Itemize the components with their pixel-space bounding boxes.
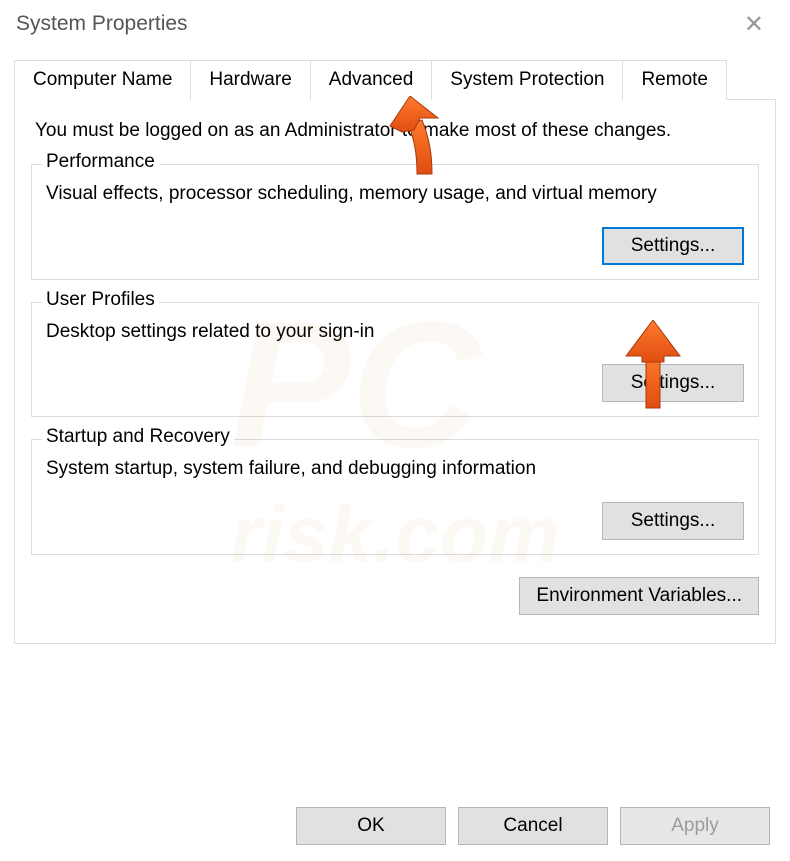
window-title: System Properties: [16, 12, 188, 36]
tab-hardware[interactable]: Hardware: [191, 60, 310, 100]
intro-text: You must be logged on as an Administrato…: [31, 120, 759, 142]
environment-variables-button[interactable]: Environment Variables...: [519, 577, 759, 615]
group-startup-recovery: Startup and Recovery System startup, sys…: [31, 439, 759, 555]
tab-content-advanced: You must be logged on as an Administrato…: [14, 100, 776, 644]
group-performance: Performance Visual effects, processor sc…: [31, 164, 759, 280]
apply-button[interactable]: Apply: [620, 807, 770, 845]
tab-system-protection[interactable]: System Protection: [432, 60, 623, 100]
tab-advanced[interactable]: Advanced: [311, 60, 433, 100]
performance-settings-button[interactable]: Settings...: [602, 227, 744, 265]
group-startup-recovery-legend: Startup and Recovery: [42, 426, 234, 448]
title-bar: System Properties ✕: [0, 0, 790, 48]
cancel-button[interactable]: Cancel: [458, 807, 608, 845]
tabs-row: Computer Name Hardware Advanced System P…: [14, 60, 776, 100]
tab-computer-name[interactable]: Computer Name: [14, 60, 191, 100]
tab-remote[interactable]: Remote: [623, 60, 727, 100]
ok-button[interactable]: OK: [296, 807, 446, 845]
group-user-profiles-legend: User Profiles: [42, 289, 159, 311]
group-startup-recovery-desc: System startup, system failure, and debu…: [46, 456, 744, 482]
group-performance-legend: Performance: [42, 151, 159, 173]
group-user-profiles-desc: Desktop settings related to your sign-in: [46, 319, 744, 345]
dialog-buttons: OK Cancel Apply: [296, 807, 770, 845]
group-user-profiles: User Profiles Desktop settings related t…: [31, 302, 759, 418]
startup-recovery-settings-button[interactable]: Settings...: [602, 502, 744, 540]
group-performance-desc: Visual effects, processor scheduling, me…: [46, 181, 744, 207]
user-profiles-settings-button[interactable]: Settings...: [602, 364, 744, 402]
close-icon[interactable]: ✕: [734, 10, 774, 39]
